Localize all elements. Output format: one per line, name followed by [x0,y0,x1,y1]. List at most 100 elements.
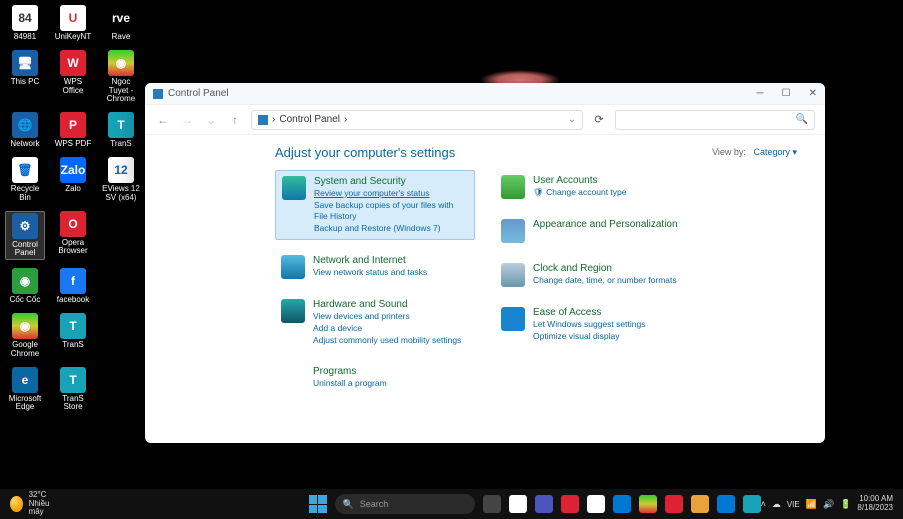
language-indicator[interactable]: VIE [787,500,800,509]
category-title[interactable]: Programs [313,366,387,377]
app-icon: ◉ [12,268,38,294]
taskbar-app[interactable] [717,495,735,513]
category-title[interactable]: Ease of Access [533,307,645,318]
taskbar-app[interactable] [613,495,631,513]
taskbar-app[interactable] [743,495,761,513]
icon-label: facebook [57,296,89,305]
icon-label: UniKeyNT [55,33,91,42]
desktop-icon-rave[interactable]: rveRave [101,5,141,42]
desktop-icon-trans-store[interactable]: TTranS Store [53,367,93,413]
weather-widget[interactable]: 32°C Nhiều mây [10,491,59,517]
wifi-icon[interactable]: 📶 [806,499,817,510]
forward-button[interactable]: → [179,113,195,127]
icon-label: Microsoft Edge [5,395,45,413]
address-icon [258,115,268,125]
app-icon: T [60,367,86,393]
category-link[interactable]: Change date, time, or number formats [533,275,677,286]
category-link[interactable]: View devices and printers [313,311,461,322]
desktop-icon-c-c-c-c[interactable]: ◉Cốc Cốc [5,268,45,305]
desktop-icon-84981[interactable]: 8484981 [5,5,45,42]
category-title[interactable]: Hardware and Sound [313,299,461,310]
back-button[interactable]: ← [155,113,171,127]
app-icon: O [60,211,86,237]
category-system-and-security: System and SecurityReview your computer'… [275,170,475,240]
icon-label: 84981 [14,33,36,42]
minimize-button[interactable]: ─ [757,88,764,99]
desktop-icon-trans[interactable]: TTranS [101,112,141,149]
category-link[interactable]: Adjust commonly used mobility settings [313,335,461,346]
window-title: Control Panel [168,88,757,99]
desktop-icon-facebook[interactable]: ffacebook [53,268,93,305]
taskbar-app[interactable] [665,495,683,513]
address-dropdown[interactable]: ⌄ [568,114,576,125]
taskbar-app[interactable] [535,495,553,513]
category-hardware-and-sound: Hardware and SoundView devices and print… [275,294,475,351]
refresh-button[interactable]: ⟳ [591,113,607,126]
close-button[interactable]: ✕ [809,88,817,99]
icon-label: Recycle Bin [5,185,45,203]
desktop-icon-this-pc[interactable]: 🖥 This PC [5,50,45,104]
desktop-icon-zalo[interactable]: ZaloZalo [53,157,93,203]
app-icon: ◉ [108,50,134,76]
category-link[interactable]: Review your computer's status [314,188,468,199]
app-icon: 12 [108,157,134,183]
taskbar-app[interactable] [509,495,527,513]
desktop-icon-wps-pdf[interactable]: PWPS PDF [53,112,93,149]
up-button[interactable]: ↑ [227,113,243,127]
category-link[interactable]: View network status and tasks [313,267,427,278]
category-link[interactable]: Optimize visual display [533,331,645,342]
battery-icon[interactable]: 🔋 [840,499,851,510]
icon-label: Opera Browser [53,239,93,257]
category-title[interactable]: User Accounts [533,175,627,186]
category-icon [501,175,525,199]
desktop-icon-unikeynt[interactable]: UUniKeyNT [53,5,93,42]
category-link[interactable]: 🛡 Change account type [533,187,627,198]
desktop-icon-google-chrome[interactable]: ◉Google Chrome [5,313,45,359]
desktop-icon-recycle-bin[interactable]: 🗑 Recycle Bin [5,157,45,203]
category-link[interactable]: Let Windows suggest settings [533,319,645,330]
volume-icon[interactable]: 🔊 [823,499,834,510]
desktop-icon-trans[interactable]: TTranS [53,313,93,359]
taskbar-search[interactable]: 🔍 Search [335,494,475,514]
desktop-icon-network[interactable]: 🌐Network [5,112,45,149]
desktop-icon-wps-office[interactable]: WWPS Office [53,50,93,104]
category-icon [281,299,305,323]
app-icon: rve [108,5,134,31]
desktop-icon-opera-browser[interactable]: O Opera Browser [53,211,93,261]
icon-label: Ngoc Tuyet - Chrome [101,78,141,104]
icon-label: This PC [11,78,39,87]
desktop-icon-eviews-12-sv-x64-[interactable]: 12EViews 12 SV (x64) [101,157,141,203]
breadcrumb-item[interactable]: Control Panel [279,114,340,125]
navbar: ← → ⌄ ↑ › Control Panel › ⌄ ⟳ 🔍 [145,105,825,135]
category-link[interactable]: Save backup copies of your files with Fi… [314,200,468,222]
category-link[interactable]: Backup and Restore (Windows 7) [314,223,468,234]
start-button[interactable] [309,495,327,513]
taskbar-app[interactable] [587,495,605,513]
maximize-button[interactable]: ☐ [782,88,791,99]
category-title[interactable]: Appearance and Personalization [533,219,678,230]
search-input[interactable]: 🔍 [615,110,815,130]
onedrive-icon[interactable]: ☁ [772,499,781,510]
recent-dropdown[interactable]: ⌄ [203,113,219,127]
search-icon: 🔍 [343,499,354,510]
category-link[interactable]: Uninstall a program [313,378,387,389]
address-bar[interactable]: › Control Panel › ⌄ [251,110,583,130]
category-title[interactable]: Network and Internet [313,255,427,266]
desktop-icon-ngoc-tuyet-chrome[interactable]: ◉Ngoc Tuyet - Chrome [101,50,141,104]
app-icon: 🗑 [12,157,38,183]
category-title[interactable]: System and Security [314,176,468,187]
clock[interactable]: 10:00 AM 8/18/2023 [857,495,893,513]
desktop-icon-control-panel[interactable]: ⚙Control Panel [5,211,45,261]
search-icon: 🔍 [796,114,808,125]
taskbar-app[interactable] [561,495,579,513]
taskbar-app[interactable] [639,495,657,513]
view-by-dropdown[interactable]: Category ▾ [753,147,797,157]
taskbar-app[interactable] [691,495,709,513]
app-icon: 🖥 [12,50,38,76]
icon-label: TranS [62,341,84,350]
category-link[interactable]: Add a device [313,323,461,334]
taskbar-app[interactable] [483,495,501,513]
desktop-icon-microsoft-edge[interactable]: eMicrosoft Edge [5,367,45,413]
category-title[interactable]: Clock and Region [533,263,677,274]
tray-chevron[interactable]: ˄ [761,499,766,509]
